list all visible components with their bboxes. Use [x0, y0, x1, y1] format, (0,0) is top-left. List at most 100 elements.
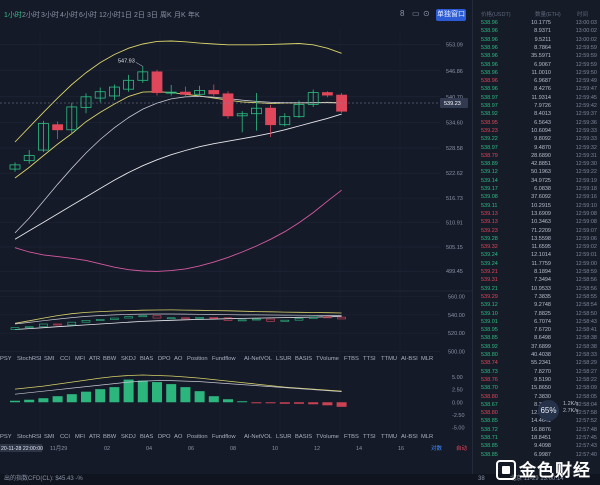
indicator-tab-position[interactable]: Position — [187, 356, 208, 362]
indicator-tab-lsur[interactable]: LSUR — [276, 356, 291, 362]
timeframe-tab-6[interactable]: 1日 — [121, 10, 132, 20]
indicator-tab-tvolume[interactable]: TVolume — [316, 434, 339, 440]
trade-price: 538.73 — [481, 368, 498, 375]
amount-column-header: 数量(ETH) — [535, 12, 561, 18]
trade-amount: 9.5211 — [534, 36, 551, 43]
trade-price: 538.96 — [481, 86, 498, 93]
timeframe-tab-3[interactable]: 4小时 — [60, 10, 78, 20]
price-y-tick: 553.09 — [446, 42, 463, 48]
time-tick: 02 — [104, 446, 110, 452]
indicator-tab-dpo[interactable]: DPO — [158, 356, 171, 362]
timeframe-tab-2[interactable]: 3小时 — [41, 10, 59, 20]
indicator-tab-ttsi[interactable]: TTSI — [363, 356, 376, 362]
indicator-tab-ai-bsi[interactable]: AI-BSI — [401, 356, 418, 362]
fullscreen-icon[interactable]: ▭ — [412, 9, 420, 18]
indicator-tab-bbw[interactable]: BBW — [103, 356, 117, 362]
timeframe-tab-4[interactable]: 6小时 — [79, 10, 97, 20]
timeframe-tab-10[interactable]: 月K — [174, 10, 186, 20]
timeframe-tab-5[interactable]: 12小时 — [99, 10, 121, 20]
indicator-tab-basis[interactable]: BASIS — [295, 434, 312, 440]
timeframe-tab-1[interactable]: 2小时 — [22, 10, 40, 20]
indicator-tab-ftbs[interactable]: FTBS — [344, 356, 359, 362]
timeframe-tab-11[interactable]: 年K — [188, 10, 200, 20]
battery-level: 38 — [478, 476, 485, 482]
indicator-tab-atr[interactable]: ATR — [89, 356, 100, 362]
indicator-tab-ao[interactable]: AO — [174, 356, 183, 362]
indicator-tab-ai-netvol[interactable]: AI-NetVOL — [244, 434, 273, 440]
indicator-tab-ttsi[interactable]: TTSI — [363, 434, 376, 440]
indicator-tab-ao[interactable]: AO — [174, 434, 183, 440]
trade-time: 12:59:36 — [575, 119, 597, 126]
indicator-tab-atr[interactable]: ATR — [89, 434, 100, 440]
percent-badge[interactable]: 65% — [538, 400, 559, 421]
trade-amount: 7.3494 — [534, 277, 551, 284]
price-y-tick: 505.15 — [446, 245, 463, 251]
trade-time: 12:58:56 — [575, 277, 597, 284]
single-window-button[interactable]: 单独窗口 — [436, 9, 466, 21]
time-tick: 10 — [272, 446, 278, 452]
indicator-tab-ai-bsi[interactable]: AI-BSI — [401, 434, 418, 440]
trade-price: 538.96 — [481, 36, 498, 43]
trade-amount: 35.5971 — [531, 53, 551, 60]
indicator-tab-skdj[interactable]: SKDJ — [121, 434, 136, 440]
timeframe-tab-0[interactable]: 1小时 — [4, 10, 22, 20]
indicator-tab-ttmu[interactable]: TTMU — [381, 356, 397, 362]
indicator-tab-cci[interactable]: CCI — [60, 356, 70, 362]
indicator-tab-dpo[interactable]: DPO — [158, 434, 171, 440]
trade-time: 12:58:55 — [575, 293, 597, 300]
trade-time: 12:57:45 — [575, 435, 597, 441]
hist-bar — [10, 400, 20, 403]
indicator-tab-bias[interactable]: BIAS — [140, 434, 153, 440]
indicator-tab-ttmu[interactable]: TTMU — [381, 434, 397, 440]
indicator-tab-fundflow[interactable]: Fundflow — [212, 356, 236, 362]
indicator-tab-stochrsi[interactable]: StochRSI — [17, 434, 42, 440]
trade-amount: 28.6890 — [531, 152, 551, 159]
trade-amount: 15.8650 — [531, 385, 551, 392]
indicator-tab-mfi[interactable]: MFI — [75, 356, 85, 362]
trade-price: 538.89 — [481, 161, 498, 168]
camera-icon[interactable]: ⊙ — [423, 9, 430, 18]
indicator-tab-mfi[interactable]: MFI — [75, 434, 85, 440]
indicator-tab-cci[interactable]: CCI — [60, 434, 70, 440]
trade-amount: 11.0010 — [531, 69, 551, 76]
trade-amount: 13.5598 — [531, 235, 551, 242]
indicator-tab-bbw[interactable]: BBW — [103, 434, 117, 440]
indicator-tab-tvolume[interactable]: TVolume — [316, 356, 339, 362]
trade-time: 12:59:59 — [575, 61, 597, 68]
indicator-tab-smi[interactable]: SMI — [44, 356, 55, 362]
trade-row: 539.12 50.1963 12:59:22 — [473, 168, 600, 176]
indicator-tab-bias[interactable]: BIAS — [140, 356, 153, 362]
trade-time: 12:58:38 — [575, 335, 597, 342]
indicator-tab-ftbs[interactable]: FTBS — [344, 434, 359, 440]
price-y-tick: 546.86 — [446, 69, 463, 75]
indicator-tab-psy[interactable]: PSY — [0, 434, 12, 440]
indicator-tab-fundflow[interactable]: Fundflow — [212, 434, 236, 440]
trade-row: 539.01 6.7074 12:58:43 — [473, 318, 600, 326]
indicator-tab-mlr[interactable]: MLR — [421, 356, 433, 362]
indicator-tab-ai-netvol[interactable]: AI-NetVOL — [244, 356, 273, 362]
trade-row: 539.11 10.2915 12:59:10 — [473, 202, 600, 210]
timeframe-tab-7[interactable]: 2日 — [134, 10, 145, 20]
trade-row: 538.8012.553312:57:58 — [473, 409, 600, 417]
indicator-tab-stochrsi[interactable]: StochRSI — [17, 356, 42, 362]
trade-price: 538.85 — [481, 443, 498, 450]
trade-row: 539.17 6.0838 12:59:18 — [473, 185, 600, 193]
hist-y-tick: -5.00 — [452, 425, 465, 431]
gear-icon[interactable]: 8 — [400, 9, 404, 18]
indicator-tab-lsur[interactable]: LSUR — [276, 434, 291, 440]
hist-bar — [237, 401, 248, 403]
trade-row: 539.24 12.1014 12:59:01 — [473, 251, 600, 259]
indicator-tab-basis[interactable]: BASIS — [295, 356, 312, 362]
indicator-tab-mlr[interactable]: MLR — [421, 434, 433, 440]
indicator-tab-position[interactable]: Position — [187, 434, 208, 440]
trade-row: 538.79 28.6890 12:59:31 — [473, 152, 600, 160]
indicator-tab-smi[interactable]: SMI — [44, 434, 55, 440]
indicator-tab-psy[interactable]: PSY — [0, 356, 12, 362]
trade-amount: 55.2341 — [531, 360, 551, 367]
timeframe-tab-8[interactable]: 3日 — [147, 10, 158, 20]
chart-canvas[interactable]: 553.09546.86540.70534.60528.58522.62516.… — [0, 0, 472, 485]
trade-row: 538.70 15.8650 12:58:09 — [473, 384, 600, 392]
timeframe-tab-9[interactable]: 周K — [160, 10, 172, 20]
trade-amount: 18.8451 — [531, 435, 551, 441]
indicator-tab-skdj[interactable]: SKDJ — [121, 356, 136, 362]
